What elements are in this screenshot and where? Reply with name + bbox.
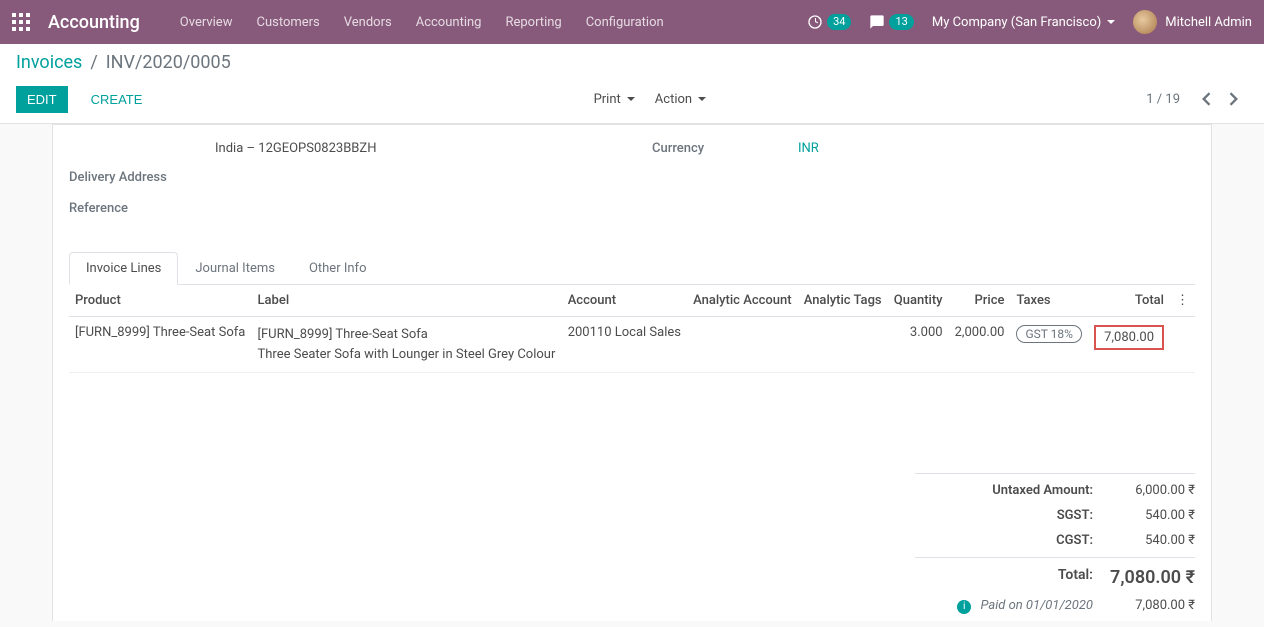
- apps-icon[interactable]: [12, 13, 30, 31]
- nav-vendors[interactable]: Vendors: [344, 15, 392, 30]
- nav-configuration[interactable]: Configuration: [586, 15, 664, 30]
- user-menu[interactable]: Mitchell Admin: [1133, 10, 1252, 34]
- messages-badge: 13: [889, 14, 913, 30]
- breadcrumb: Invoices / INV/2020/0005: [16, 52, 1248, 73]
- breadcrumb-current: INV/2020/0005: [106, 52, 231, 73]
- tabs: Invoice Lines Journal Items Other Info: [69, 252, 1195, 285]
- col-product[interactable]: Product: [69, 285, 252, 317]
- nav-reporting[interactable]: Reporting: [505, 15, 561, 30]
- currency-value[interactable]: INR: [798, 141, 819, 162]
- brand[interactable]: Accounting: [48, 12, 140, 33]
- total-value: 7,080.00 ₹: [1105, 567, 1195, 588]
- col-account[interactable]: Account: [562, 285, 687, 317]
- cell-account: 200110 Local Sales: [562, 317, 687, 373]
- tax-tag: GST 18%: [1016, 325, 1081, 343]
- company-switcher[interactable]: My Company (San Francisco): [932, 15, 1115, 30]
- invoice-lines-table: Product Label Account Analytic Account A…: [69, 285, 1195, 373]
- untaxed-value: 6,000.00 ₹: [1105, 483, 1195, 498]
- nav-customers[interactable]: Customers: [256, 15, 319, 30]
- pager-next[interactable]: [1220, 85, 1248, 113]
- sgst-label: SGST:: [915, 508, 1105, 523]
- form-sheet: India – 12GEOPS0823BBZH Delivery Address…: [52, 124, 1212, 621]
- tab-other-info[interactable]: Other Info: [292, 252, 384, 285]
- col-analytic-tags[interactable]: Analytic Tags: [798, 285, 888, 317]
- pager-text[interactable]: 1 / 19: [1146, 92, 1180, 107]
- cell-total: 7,080.00: [1088, 317, 1170, 373]
- gst-info: India – 12GEOPS0823BBZH: [215, 141, 612, 156]
- cell-taxes: GST 18%: [1010, 317, 1088, 373]
- breadcrumb-root[interactable]: Invoices: [16, 52, 82, 73]
- cell-quantity: 3.000: [888, 317, 949, 373]
- chevron-down-icon: [698, 97, 706, 101]
- reference-label: Reference: [69, 201, 199, 216]
- row-handle-icon[interactable]: [1170, 317, 1195, 373]
- totals: Untaxed Amount: 6,000.00 ₹ SGST: 540.00 …: [915, 473, 1195, 621]
- navbar: Accounting Overview Customers Vendors Ac…: [0, 0, 1264, 44]
- col-label[interactable]: Label: [252, 285, 562, 317]
- user-name: Mitchell Admin: [1165, 15, 1252, 30]
- chevron-down-icon: [1107, 20, 1115, 24]
- pager-prev[interactable]: [1192, 85, 1220, 113]
- content: India – 12GEOPS0823BBZH Delivery Address…: [0, 124, 1264, 621]
- cell-price: 2,000.00: [949, 317, 1011, 373]
- table-row[interactable]: [FURN_8999] Three-Seat Sofa [FURN_8999] …: [69, 317, 1195, 373]
- cell-analytic-tags: [798, 317, 888, 373]
- activity-icon[interactable]: 34: [807, 14, 851, 30]
- nav-accounting[interactable]: Accounting: [416, 15, 482, 30]
- nav-overview[interactable]: Overview: [180, 15, 233, 30]
- col-total[interactable]: Total: [1088, 285, 1170, 317]
- nav-menu: Overview Customers Vendors Accounting Re…: [180, 15, 664, 30]
- paid-label: i Paid on 01/01/2020: [915, 598, 1105, 614]
- currency-label: Currency: [652, 141, 782, 156]
- highlighted-total: 7,080.00: [1094, 325, 1164, 350]
- col-price[interactable]: Price: [949, 285, 1011, 317]
- control-panel: Invoices / INV/2020/0005 EDIT CREATE Pri…: [0, 44, 1264, 124]
- company-name: My Company (San Francisco): [932, 15, 1101, 30]
- paid-value: 7,080.00 ₹: [1105, 598, 1195, 614]
- tab-invoice-lines[interactable]: Invoice Lines: [69, 252, 178, 285]
- chevron-down-icon: [627, 97, 635, 101]
- action-dropdown[interactable]: Action: [655, 92, 706, 107]
- total-label: Total:: [915, 567, 1105, 588]
- tab-journal-items[interactable]: Journal Items: [178, 252, 292, 285]
- cell-product: [FURN_8999] Three-Seat Sofa: [69, 317, 252, 373]
- untaxed-label: Untaxed Amount:: [915, 483, 1105, 498]
- messages-icon[interactable]: 13: [869, 14, 913, 30]
- col-taxes[interactable]: Taxes: [1010, 285, 1088, 317]
- col-analytic-account[interactable]: Analytic Account: [687, 285, 798, 317]
- avatar: [1133, 10, 1157, 34]
- create-button[interactable]: CREATE: [80, 86, 154, 113]
- sgst-value: 540.00 ₹: [1105, 508, 1195, 523]
- activity-badge: 34: [827, 14, 851, 30]
- col-quantity[interactable]: Quantity: [888, 285, 949, 317]
- edit-button[interactable]: EDIT: [16, 86, 68, 113]
- nav-right: 34 13 My Company (San Francisco) Mitchel…: [807, 10, 1252, 34]
- print-dropdown[interactable]: Print: [594, 92, 635, 107]
- delivery-address-label: Delivery Address: [69, 170, 199, 185]
- cell-label: [FURN_8999] Three-Seat Sofa Three Seater…: [252, 317, 562, 373]
- breadcrumb-sep: /: [90, 52, 97, 73]
- col-options-icon[interactable]: ⋮: [1170, 285, 1195, 317]
- cgst-value: 540.00 ₹: [1105, 533, 1195, 548]
- cell-analytic-account: [687, 317, 798, 373]
- info-icon[interactable]: i: [957, 600, 971, 614]
- cgst-label: CGST:: [915, 533, 1105, 548]
